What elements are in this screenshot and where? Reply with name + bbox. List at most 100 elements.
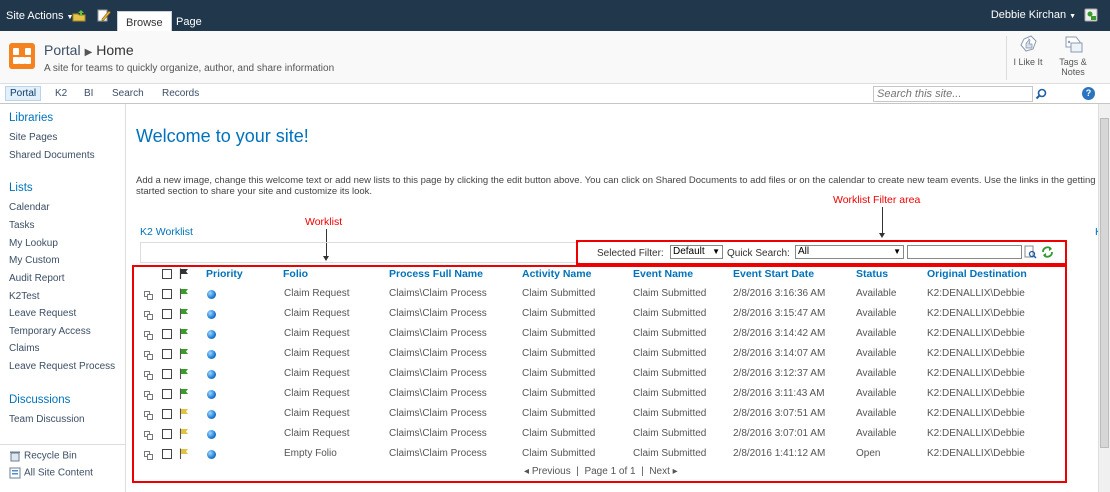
libraries-heading[interactable]: Libraries — [9, 112, 53, 124]
row-checkbox[interactable] — [162, 389, 172, 399]
quicklaunch-item-leave-request[interactable]: Leave Request — [9, 308, 76, 319]
green-flag-icon[interactable] — [179, 368, 189, 379]
site-logo[interactable] — [9, 43, 35, 69]
quick-search-input[interactable] — [907, 245, 1022, 259]
open-item-icon[interactable] — [144, 451, 153, 460]
column-header-folio[interactable]: Folio — [283, 268, 308, 280]
open-item-icon[interactable] — [144, 431, 153, 440]
cell-original-destination: K2:DENALLIX\Debbie — [927, 368, 1025, 379]
scrollbar-thumb[interactable] — [1100, 118, 1109, 448]
quick-search-dropdown[interactable]: All ▼ — [795, 245, 904, 259]
green-flag-icon[interactable] — [179, 348, 189, 359]
cell-folio[interactable]: Claim Request — [284, 288, 350, 299]
tags-notes-button[interactable]: Tags & Notes — [1054, 35, 1092, 77]
cell-activity-name: Claim Submitted — [522, 308, 596, 319]
search-document-icon[interactable] — [1024, 245, 1037, 259]
cell-folio[interactable]: Claim Request — [284, 308, 350, 319]
site-actions-label: Site Actions — [6, 10, 64, 22]
quicklaunch-item-calendar[interactable]: Calendar — [9, 202, 50, 213]
i-like-it-button[interactable]: I Like It — [1010, 35, 1046, 67]
edit-page-icon[interactable] — [97, 9, 111, 22]
cell-folio[interactable]: Empty Folio — [284, 448, 337, 459]
green-flag-icon[interactable] — [179, 308, 189, 319]
navigate-up-icon[interactable] — [72, 9, 86, 22]
yellow-flag-icon[interactable] — [179, 408, 189, 419]
open-item-icon[interactable] — [144, 331, 153, 340]
quicklaunch-item-tasks[interactable]: Tasks — [9, 220, 35, 231]
row-checkbox[interactable] — [162, 309, 172, 319]
cell-folio[interactable]: Claim Request — [284, 408, 350, 419]
k2-worklist-title[interactable]: K2 Worklist — [140, 226, 193, 238]
column-header-activity-name[interactable]: Activity Name — [522, 268, 591, 280]
nav-bi[interactable]: BI — [80, 87, 97, 100]
column-header-process-full-name[interactable]: Process Full Name — [389, 268, 483, 280]
quicklaunch-item-leave-request-process[interactable]: Leave Request Process — [9, 361, 115, 372]
quicklaunch-item-claims[interactable]: Claims — [9, 343, 40, 354]
cell-event-start-date: 2/8/2016 3:11:43 AM — [733, 388, 825, 399]
refresh-icon[interactable] — [1041, 245, 1054, 259]
row-checkbox[interactable] — [162, 409, 172, 419]
quicklaunch-item-team-discussion[interactable]: Team Discussion — [9, 414, 85, 425]
nav-records[interactable]: Records — [158, 87, 203, 100]
row-checkbox[interactable] — [162, 449, 172, 459]
site-search-input[interactable] — [873, 86, 1033, 102]
breadcrumb-site-link[interactable]: Portal — [44, 42, 81, 58]
tab-browse[interactable]: Browse — [117, 11, 172, 31]
cell-folio[interactable]: Claim Request — [284, 368, 350, 379]
cell-folio[interactable]: Claim Request — [284, 428, 350, 439]
column-header-event-start-date[interactable]: Event Start Date — [733, 268, 814, 280]
nav-portal[interactable]: Portal — [5, 86, 42, 101]
quicklaunch-item-shared-documents[interactable]: Shared Documents — [9, 150, 95, 161]
site-actions-menu[interactable]: Site Actions ▼ — [6, 10, 73, 22]
user-menu[interactable]: Debbie Kirchan ▼ — [991, 9, 1076, 21]
column-header-original-destination[interactable]: Original Destination — [927, 268, 1027, 280]
row-checkbox[interactable] — [162, 329, 172, 339]
row-checkbox[interactable] — [162, 369, 172, 379]
search-icon[interactable] — [1033, 86, 1050, 102]
discussions-heading[interactable]: Discussions — [9, 394, 70, 406]
open-item-icon[interactable] — [144, 371, 153, 380]
open-item-icon[interactable] — [144, 311, 153, 320]
nav-search[interactable]: Search — [108, 87, 148, 100]
tab-page[interactable]: Page — [168, 11, 210, 31]
all-site-content-link[interactable]: All Site Content — [9, 467, 93, 479]
quicklaunch-item-k2test[interactable]: K2Test — [9, 291, 40, 302]
presence-icon[interactable] — [1084, 8, 1098, 22]
quicklaunch-item-my-custom[interactable]: My Custom — [9, 255, 60, 266]
quicklaunch-item-audit-report[interactable]: Audit Report — [9, 273, 65, 284]
row-checkbox[interactable] — [162, 429, 172, 439]
open-item-icon[interactable] — [144, 391, 153, 400]
quicklaunch-item-my-lookup[interactable]: My Lookup — [9, 238, 58, 249]
open-item-icon[interactable] — [144, 351, 153, 360]
open-item-icon[interactable] — [144, 291, 153, 300]
cell-process-full-name: Claims\Claim Process — [389, 328, 487, 339]
cell-status: Open — [856, 448, 881, 459]
help-icon[interactable]: ? — [1082, 87, 1095, 100]
nav-k2[interactable]: K2 — [51, 87, 71, 100]
cell-folio[interactable]: Claim Request — [284, 328, 350, 339]
recycle-bin-link[interactable]: Recycle Bin — [9, 450, 77, 462]
column-header-status[interactable]: Status — [856, 268, 888, 280]
open-item-icon[interactable] — [144, 411, 153, 420]
column-header-priority[interactable]: Priority — [206, 268, 243, 280]
select-all-checkbox[interactable] — [162, 269, 172, 279]
cell-folio[interactable]: Claim Request — [284, 348, 350, 359]
selected-filter-dropdown[interactable]: Default ▼ — [670, 245, 723, 259]
yellow-flag-icon[interactable] — [179, 428, 189, 439]
cell-event-start-date: 2/8/2016 3:14:42 AM — [733, 328, 826, 339]
green-flag-icon[interactable] — [179, 288, 189, 299]
page-scrollbar[interactable] — [1098, 104, 1110, 492]
green-flag-icon[interactable] — [179, 328, 189, 339]
quicklaunch-item-temporary-access[interactable]: Temporary Access — [9, 326, 91, 337]
row-checkbox[interactable] — [162, 289, 172, 299]
cell-folio[interactable]: Claim Request — [284, 388, 350, 399]
row-checkbox[interactable] — [162, 349, 172, 359]
next-page-link[interactable]: Next — [649, 466, 670, 477]
previous-page-link[interactable]: Previous — [532, 466, 571, 477]
column-header-event-name[interactable]: Event Name — [633, 268, 693, 280]
lists-heading[interactable]: Lists — [9, 182, 33, 194]
cell-event-name: Claim Submitted — [633, 288, 707, 299]
yellow-flag-icon[interactable] — [179, 448, 189, 459]
green-flag-icon[interactable] — [179, 388, 189, 399]
quicklaunch-item-site-pages[interactable]: Site Pages — [9, 132, 57, 143]
